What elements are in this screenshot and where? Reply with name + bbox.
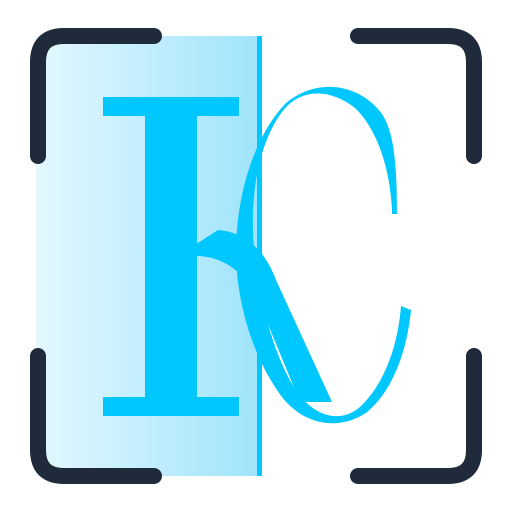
frame-corner-top-right <box>350 28 482 164</box>
scan-logo-icon <box>0 0 512 512</box>
logo-mark-icon <box>30 28 482 484</box>
scan-divider-line <box>257 36 262 476</box>
frame-corner-bottom-right <box>350 348 482 484</box>
